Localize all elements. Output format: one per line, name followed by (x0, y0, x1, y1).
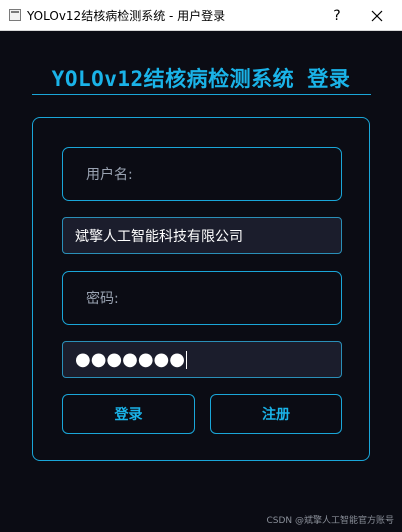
username-input[interactable]: 斌擎人工智能科技有限公司 (62, 217, 342, 254)
app-window-icon (9, 9, 21, 21)
help-button[interactable]: ? (317, 0, 357, 31)
window-title: YOLOv12结核病检测系统 - 用户登录 (27, 8, 226, 23)
username-label-box: 用户名: (62, 147, 342, 201)
username-value: 斌擎人工智能科技有限公司 (75, 228, 243, 245)
username-label: 用户名: (86, 167, 133, 183)
password-masked-value: ●●●●●●● (75, 349, 185, 370)
watermark: CSDN @斌擎人工智能官方账号 (266, 516, 394, 526)
register-button[interactable]: 注册 (210, 394, 342, 434)
close-button[interactable] (357, 0, 397, 31)
login-button[interactable]: 登录 (62, 394, 195, 434)
text-caret (185, 350, 187, 369)
password-label-box: 密码: (62, 271, 342, 325)
window-titlebar: YOLOv12结核病检测系统 - 用户登录 ? (0, 0, 402, 31)
login-window-body: YOLOv12结核病检测系统 登录 用户名: 斌擎人工智能科技有限公司 密码: … (1, 31, 401, 531)
title-divider (32, 94, 371, 95)
password-label: 密码: (86, 291, 119, 307)
page-title: YOLOv12结核病检测系统 登录 (51, 67, 351, 91)
password-input[interactable]: ●●●●●●● (62, 341, 342, 378)
close-icon (371, 10, 383, 21)
